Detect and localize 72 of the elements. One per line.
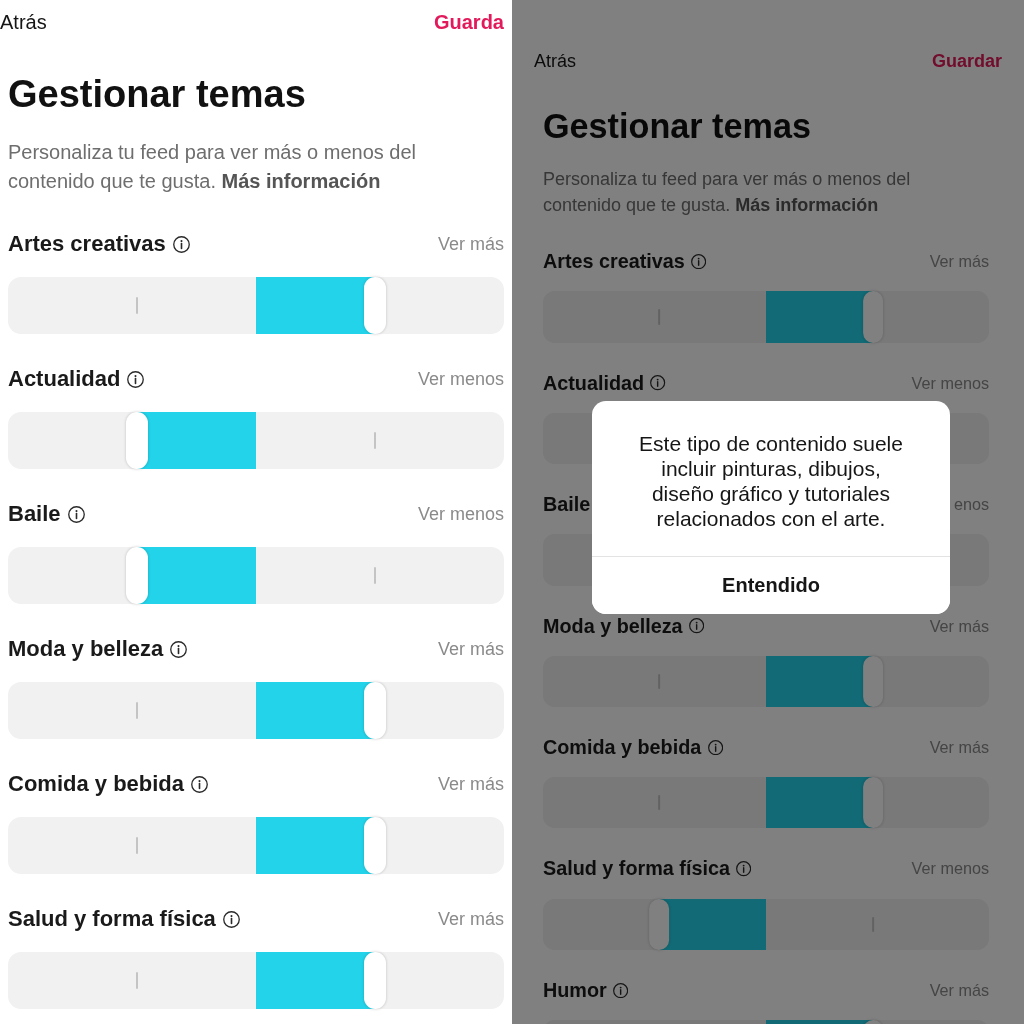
slider-thumb[interactable] [863, 291, 883, 343]
preference-label: Ver menos [417, 368, 504, 390]
slider-thumb[interactable] [125, 412, 148, 469]
slider-track[interactable] [543, 898, 989, 950]
slider-track[interactable] [8, 547, 504, 604]
info-icon[interactable] [170, 640, 188, 658]
more-info-link[interactable]: Más información [221, 169, 381, 192]
topic-label: Comida y bebida [543, 736, 702, 759]
slider-thumb[interactable] [649, 898, 669, 950]
step-marker-icon [374, 432, 377, 449]
description-text: Personaliza tu feed para ver más o menos del contenido que te gusta. Más información [8, 139, 417, 194]
slider-track[interactable] [8, 277, 504, 334]
info-icon[interactable] [172, 235, 190, 253]
slider-thumb[interactable] [863, 777, 883, 829]
info-icon[interactable] [67, 505, 85, 523]
slider-track[interactable] [543, 655, 989, 707]
page-title: Gestionar temas [8, 72, 307, 117]
preference-label: Ver menos [911, 859, 989, 879]
preference-label: Ver más [929, 616, 989, 636]
topic-label: Actualidad [543, 371, 645, 395]
slider-thumb[interactable] [364, 682, 387, 739]
preference-label: Ver más [929, 980, 989, 1000]
step-marker-icon [135, 297, 138, 314]
slider-track[interactable] [543, 534, 592, 586]
preference-label: Ver más [437, 638, 504, 660]
preference-label: Ver menos [417, 503, 504, 525]
slider-track[interactable] [8, 682, 504, 739]
info-icon[interactable] [222, 910, 240, 928]
topic-label: Humor [543, 978, 607, 1002]
topic-label: Salud y forma física [8, 906, 216, 932]
topic-label: Artes creativas [543, 250, 685, 274]
preference-label: Ver más [437, 233, 504, 255]
preference-label: Ver más [437, 908, 504, 930]
topic-label: Baile [8, 501, 61, 527]
slider-track[interactable] [8, 952, 504, 1009]
step-marker-icon [135, 702, 138, 719]
slider-track[interactable] [8, 817, 504, 874]
slider-track[interactable] [543, 412, 592, 465]
preference-label: Ver más [929, 738, 989, 757]
page-title: Gestionar temas [543, 105, 812, 147]
step-marker-icon [135, 972, 138, 989]
more-info-link[interactable]: Más información [735, 194, 879, 215]
preference-label: Ver menos [911, 373, 989, 393]
preference-label: Ver más [929, 252, 989, 272]
back-button[interactable]: Atrás [534, 51, 576, 73]
topic-label: Artes creativas [8, 231, 166, 257]
description-text: Personaliza tu feed para ver más o menos del contenido que te gusta. Más información [543, 167, 912, 217]
confirm-button[interactable]: Entendido [592, 556, 950, 614]
topic-label: Baile [543, 493, 591, 517]
slider-thumb[interactable] [364, 952, 387, 1009]
topic-label: Moda y belleza [8, 636, 164, 662]
slider-thumb[interactable] [863, 655, 883, 707]
slider-thumb[interactable] [125, 547, 148, 604]
dialog-message: Este tipo de contenido suele incluir pinturas, dibujos, diseño gráfico y tutoriales relacionados con el arte. [638, 431, 904, 531]
slider-thumb[interactable] [364, 277, 387, 334]
slider-track[interactable] [8, 412, 504, 469]
step-marker-icon [135, 837, 138, 854]
save-button[interactable]: Guardar [931, 51, 1002, 73]
topic-label: Comida y bebida [8, 771, 185, 797]
slider-track[interactable] [543, 291, 989, 343]
topic-label: Salud y forma física [543, 857, 730, 881]
topic-label: Moda y belleza [543, 614, 683, 638]
preference-label: enos [953, 495, 989, 515]
step-marker-icon [374, 567, 377, 584]
info-icon[interactable] [127, 370, 145, 388]
save-button[interactable]: Guarda [433, 10, 504, 34]
topic-label: Actualidad [8, 366, 121, 392]
slider-track[interactable] [543, 777, 989, 829]
slider-thumb[interactable] [364, 817, 387, 874]
info-icon[interactable] [191, 775, 209, 793]
preference-label: Ver más [437, 773, 504, 795]
back-button[interactable]: Atrás [0, 10, 47, 34]
